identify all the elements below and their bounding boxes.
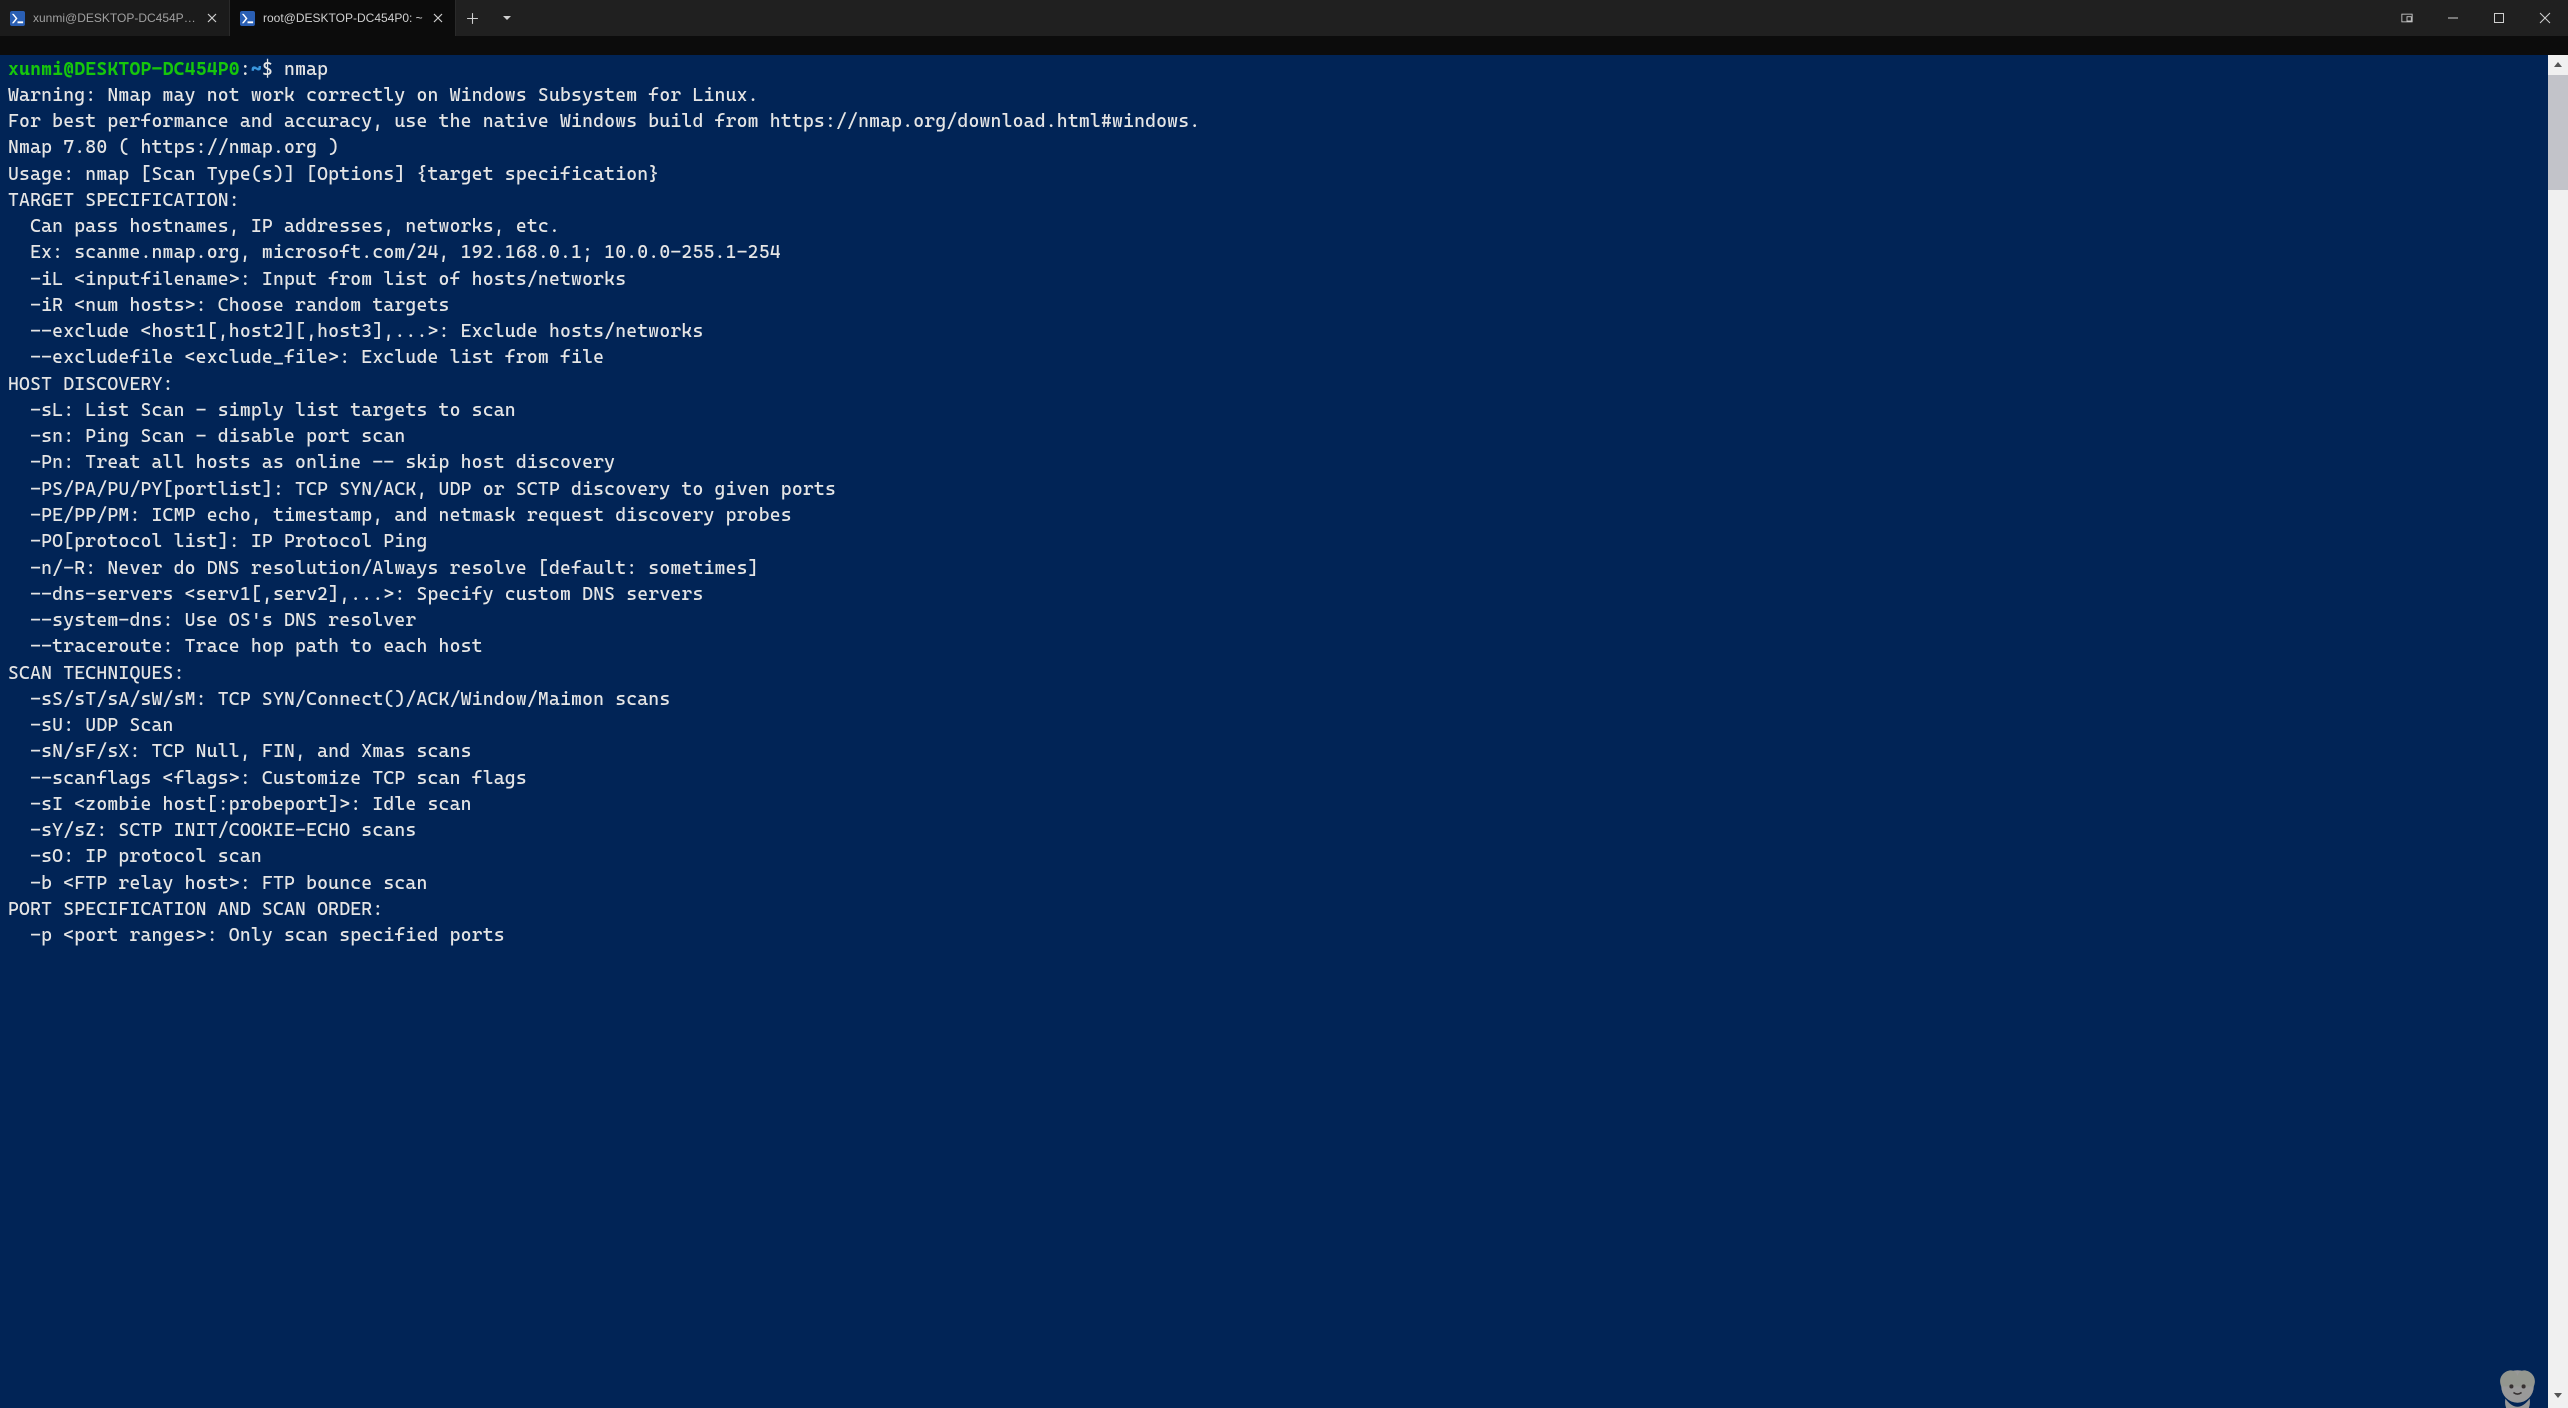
prompt-user: xunmi — [8, 59, 63, 80]
tab-close-icon[interactable] — [205, 11, 219, 25]
tab-close-icon[interactable] — [431, 11, 445, 25]
tab-title: root@DESKTOP-DC454P0: ~ — [263, 11, 423, 25]
prompt-at: @ — [63, 59, 74, 80]
maximize-button[interactable] — [2476, 0, 2522, 36]
titlebar-controls — [2384, 0, 2568, 36]
new-tab-button[interactable] — [456, 0, 490, 36]
scroll-track[interactable] — [2548, 190, 2568, 1385]
minimize-button[interactable] — [2430, 0, 2476, 36]
tab-strip: xunmi@DESKTOP-DC454P0: ~ root@DESKTOP-DC… — [0, 0, 524, 36]
prompt-path: ~ — [251, 59, 262, 80]
terminal-output[interactable]: xunmi@DESKTOP-DC454P0:~$ nmap Warning: N… — [0, 55, 2568, 1408]
tab-root[interactable]: root@DESKTOP-DC454P0: ~ — [230, 0, 456, 36]
resize-grip-icon[interactable] — [2548, 1405, 2568, 1408]
prompt-command: nmap — [284, 59, 328, 80]
titlebar: xunmi@DESKTOP-DC454P0: ~ root@DESKTOP-DC… — [0, 0, 2568, 36]
tab-title: xunmi@DESKTOP-DC454P0: ~ — [33, 11, 197, 25]
scroll-down-button[interactable] — [2548, 1385, 2568, 1405]
prompt-dollar: $ — [262, 59, 273, 80]
scroll-up-button[interactable] — [2548, 55, 2568, 75]
prompt-host: DESKTOP-DC454P0 — [74, 59, 240, 80]
close-button[interactable] — [2522, 0, 2568, 36]
terminal-icon — [10, 11, 25, 26]
terminal-pane[interactable]: xunmi@DESKTOP-DC454P0:~$ nmap Warning: N… — [0, 55, 2568, 1408]
scroll-thumb[interactable] — [2548, 75, 2568, 190]
prompt-colon: : — [240, 59, 251, 80]
tab-dropdown-button[interactable] — [490, 0, 524, 36]
tab-xunmi[interactable]: xunmi@DESKTOP-DC454P0: ~ — [0, 0, 230, 36]
focus-mode-button[interactable] — [2384, 0, 2430, 36]
scrollbar-vertical[interactable] — [2548, 55, 2568, 1405]
terminal-icon — [240, 11, 255, 26]
